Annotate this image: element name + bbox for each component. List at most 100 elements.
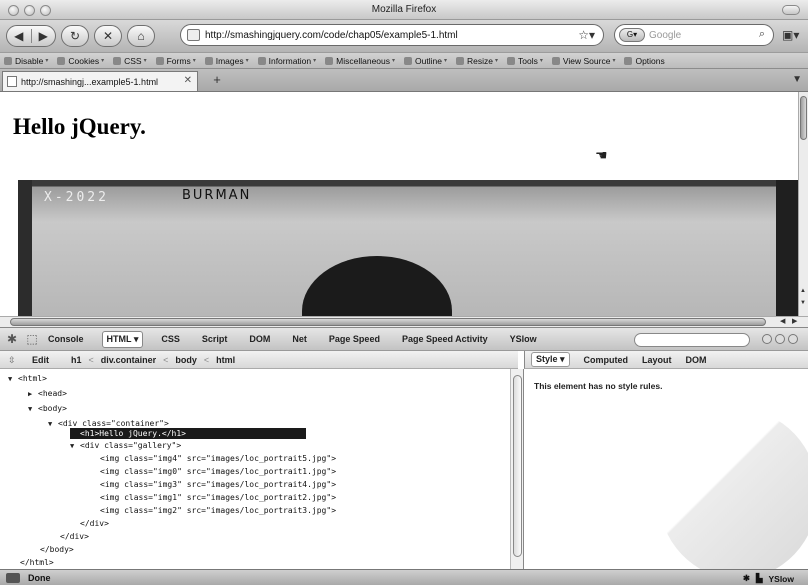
back-arrow-icon[interactable]: ◀ xyxy=(7,29,31,43)
search-engine-icon[interactable]: G▾ xyxy=(619,28,645,42)
breadcrumb-item-html[interactable]: html xyxy=(216,355,235,365)
edit-button[interactable]: Edit xyxy=(32,355,49,365)
zoom-window-button[interactable] xyxy=(40,5,51,16)
side-tab-computed[interactable]: Computed xyxy=(584,355,629,365)
web-developer-toolbar: Disable ▾ Cookies ▾ CSS ▾ Forms ▾ Images ▾ In… xyxy=(0,52,808,68)
toolbar-item-information[interactable]: Information ▾ xyxy=(257,56,316,66)
firebug-detach-button[interactable] xyxy=(775,334,785,344)
breadcrumb-item-container[interactable]: div.container xyxy=(101,355,156,365)
tree-node-container-close[interactable]: </div> xyxy=(60,531,89,542)
tools-icon xyxy=(507,56,515,65)
firebug-tab-page-speed[interactable]: Page Speed xyxy=(325,332,384,346)
side-tab-dom[interactable]: DOM xyxy=(686,355,707,365)
toolbar-item-options[interactable]: Options xyxy=(624,56,665,66)
firebug-tab-css[interactable]: CSS xyxy=(157,332,184,346)
page-favicon-icon xyxy=(7,76,17,87)
tree-node-body[interactable]: ▼ <body> xyxy=(28,403,67,414)
scroll-down-icon[interactable]: ▼ xyxy=(800,300,806,306)
firebug-tab-page-speed-activity[interactable]: Page Speed Activity xyxy=(398,332,492,346)
minimize-window-button[interactable] xyxy=(24,5,35,16)
tree-node-img2[interactable]: <img class="img2" src="images/loc_portra… xyxy=(100,505,336,516)
tree-node-gallery-close[interactable]: </div> xyxy=(80,518,109,529)
firebug-tab-net[interactable]: Net xyxy=(288,332,311,346)
bookmark-star-icon[interactable]: ☆▾ xyxy=(578,28,595,42)
side-tab-layout[interactable]: Layout xyxy=(642,355,672,365)
close-window-button[interactable] xyxy=(8,5,19,16)
html-tree-pane: ▼ <html> ▶ <head> ▼ <body> ▼ <div class="con… xyxy=(0,369,510,569)
firebug-close-button[interactable] xyxy=(788,334,798,344)
breadcrumb: ⇳ Edit h1 < div.container < body < html xyxy=(0,351,518,369)
firebug-search-input[interactable] xyxy=(634,333,750,347)
scroll-left-icon[interactable]: ◀ xyxy=(780,317,785,325)
firebug-tab-console[interactable]: Console xyxy=(44,332,88,346)
tree-node-html[interactable]: ▼ <html> xyxy=(8,373,47,384)
firebug-tab-yslow[interactable]: YSlow xyxy=(506,332,541,346)
toolbar-item-disable[interactable]: Disable ▾ xyxy=(4,56,48,66)
firebug-tab-html[interactable]: HTML ▾ xyxy=(101,330,144,348)
toolbar-item-tools[interactable]: Tools ▾ xyxy=(507,56,543,66)
tree-node-img1[interactable]: <img class="img1" src="images/loc_portra… xyxy=(100,492,336,503)
url-bar[interactable]: http://smashingjquery.com/code/chap05/ex… xyxy=(180,24,604,46)
tree-node-img3[interactable]: <img class="img3" src="images/loc_portra… xyxy=(100,479,336,490)
toolbar-toggle-button[interactable] xyxy=(782,5,800,15)
side-tab-style[interactable]: Style ▾ xyxy=(531,352,570,367)
yslow-icon[interactable]: ▙ xyxy=(756,573,763,584)
toolbar-item-view-source[interactable]: View Source ▾ xyxy=(551,56,615,66)
browser-tab[interactable]: http://smashingj...example5-1.html ✕ xyxy=(2,71,198,91)
tree-node-body-close[interactable]: </body> xyxy=(40,544,74,555)
toolbar-item-images[interactable]: Images ▾ xyxy=(204,56,249,66)
expanded-toggle-icon[interactable]: ▼ xyxy=(8,374,18,385)
close-tab-icon[interactable]: ✕ xyxy=(184,75,192,86)
tree-node-gallery[interactable]: ▼ <div class="gallery"> xyxy=(70,440,181,451)
back-forward-buttons[interactable]: ◀ ▶ xyxy=(6,25,56,47)
side-panel-tabs: Style ▾ Computed Layout DOM xyxy=(524,351,808,369)
expanded-toggle-icon[interactable]: ▼ xyxy=(70,441,80,452)
page-vertical-scroll-thumb[interactable] xyxy=(800,96,807,140)
toolbar-item-forms[interactable]: Forms ▾ xyxy=(155,56,196,66)
toolbar-item-miscellaneous[interactable]: Miscellaneous ▾ xyxy=(325,56,395,66)
forward-arrow-icon[interactable]: ▶ xyxy=(30,29,56,43)
breadcrumb-item-body[interactable]: body xyxy=(175,355,197,365)
tree-node-img4[interactable]: <img class="img4" src="images/loc_portra… xyxy=(100,453,336,464)
toolbar-item-outline[interactable]: Outline ▾ xyxy=(404,56,447,66)
toolbar-item-css[interactable]: CSS ▾ xyxy=(113,56,147,66)
firebug-tab-script[interactable]: Script xyxy=(198,332,232,346)
extension-menu-icon[interactable]: ▣▾ xyxy=(782,28,799,42)
page-vertical-scrollbar[interactable]: ▲ ▼ xyxy=(798,92,808,316)
breadcrumb-item-h1[interactable]: h1 xyxy=(71,355,82,365)
page-horizontal-scrollbar[interactable]: ◀ ▶ xyxy=(0,316,808,327)
toolbar-item-resize[interactable]: Resize ▾ xyxy=(456,56,498,66)
toolbar-item-cookies[interactable]: Cookies ▾ xyxy=(57,56,104,66)
home-button[interactable]: ⌂ xyxy=(127,25,155,47)
tree-node-h1-selected[interactable]: <h1>Hello jQuery.</h1> xyxy=(70,428,306,439)
panel-options-icon[interactable]: ⇳ xyxy=(8,355,18,365)
html-pane-scroll-thumb[interactable] xyxy=(513,375,522,557)
firebug-minimize-button[interactable] xyxy=(762,334,772,344)
html-pane-scrollbar[interactable] xyxy=(510,369,524,569)
page-horizontal-scroll-thumb[interactable] xyxy=(10,318,766,326)
scroll-up-icon[interactable]: ▲ xyxy=(800,288,806,294)
search-bar[interactable]: G▾ Google ⌕ xyxy=(614,24,774,46)
collapsed-toggle-icon[interactable]: ▶ xyxy=(28,389,38,400)
yslow-label[interactable]: YSlow xyxy=(768,574,794,584)
search-input[interactable]: Google xyxy=(649,30,681,41)
scroll-right-icon[interactable]: ▶ xyxy=(792,317,797,325)
url-text[interactable]: http://smashingjquery.com/code/chap05/ex… xyxy=(205,30,458,41)
tree-node-html-close[interactable]: </html> xyxy=(20,557,54,568)
new-tab-button[interactable]: + xyxy=(207,72,227,88)
stop-button[interactable]: ✕ xyxy=(94,25,122,47)
tree-node-img0[interactable]: <img class="img0" src="images/loc_portra… xyxy=(100,466,336,477)
expanded-toggle-icon[interactable]: ▼ xyxy=(48,419,58,430)
tree-node-head[interactable]: ▶ <head> xyxy=(28,388,67,399)
firebug-icon[interactable]: ✱ xyxy=(4,332,20,346)
photo-caption: X-2022 xyxy=(44,190,109,205)
site-identity-icon[interactable] xyxy=(187,29,200,41)
tab-list-icon[interactable]: ▼ xyxy=(792,74,802,85)
search-icon[interactable]: ⌕ xyxy=(759,28,765,41)
disable-icon xyxy=(4,56,12,65)
firebug-tab-dom[interactable]: DOM xyxy=(245,332,274,346)
firebug-status-icon[interactable]: ✱ xyxy=(743,573,750,584)
reload-button[interactable]: ↻ xyxy=(61,25,89,47)
expanded-toggle-icon[interactable]: ▼ xyxy=(28,404,38,415)
inspect-icon[interactable]: ⬚ xyxy=(24,332,40,346)
